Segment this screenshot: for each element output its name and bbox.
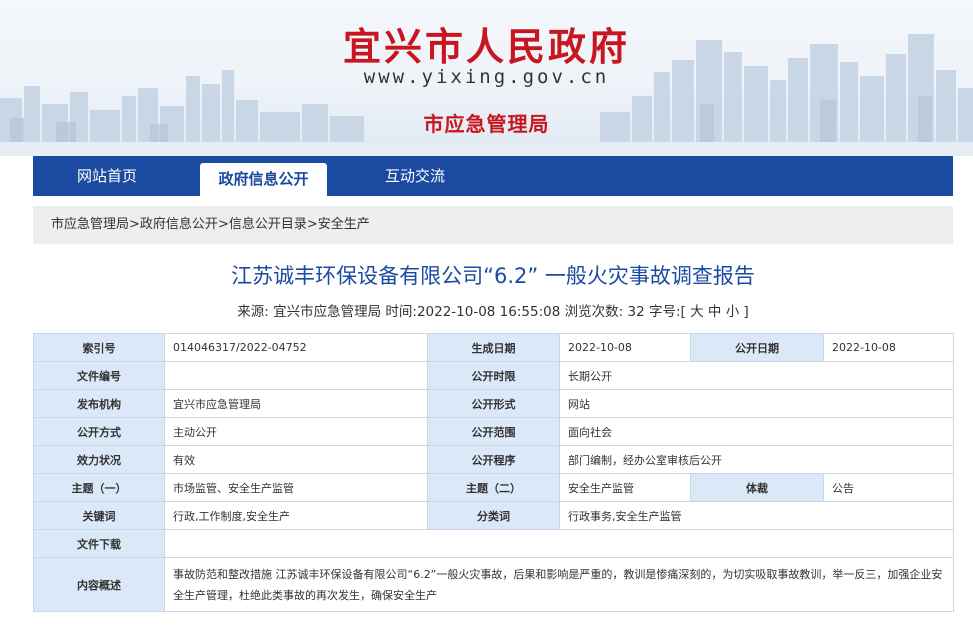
issuer-value: 宜兴市应急管理局 [164,389,428,418]
header-banner: 宜兴市人民政府 www.yixing.gov.cn 市应急管理局 [0,0,973,156]
category-value: 行政事务,安全生产监管 [559,501,954,530]
breadcrumb-separator: > [129,217,140,232]
download-label: 文件下载 [33,529,165,558]
gen-date-label: 生成日期 [427,333,560,362]
pub-scope-value: 面向社会 [559,417,954,446]
topic1-label: 主题（一） [33,473,165,502]
issuer-label: 发布机构 [33,389,165,418]
breadcrumb: 市应急管理局>政府信息公开>信息公开目录>安全生产 [33,206,953,244]
table-row: 关键词 行政,工作制度,安全生产 分类词 行政事务,安全生产监管 [33,501,954,530]
table-row: 内容概述 事故防范和整改措施 江苏诚丰环保设备有限公司“6.2”一般火灾事故，后… [33,557,954,612]
info-table: 索引号 014046317/2022-04752 生成日期 2022-10-08… [33,333,954,612]
font-size-small-button[interactable]: 小 [726,304,740,320]
table-row: 效力状况 有效 公开程序 部门编制，经办公室审核后公开 [33,445,954,474]
pub-form-label: 公开形式 [427,389,560,418]
table-row: 主题（一） 市场监管、安全生产监管 主题（二） 安全生产监管 体裁 公告 [33,473,954,502]
topic1-value: 市场监管、安全生产监管 [164,473,428,502]
pub-way-label: 公开方式 [33,417,165,446]
font-size-bracket-open: [ [680,304,686,320]
index-label: 索引号 [33,333,165,362]
pub-process-value: 部门编制，经办公室审核后公开 [559,445,954,474]
article-title: 江苏诚丰环保设备有限公司“6.2” 一般火灾事故调查报告 [231,264,755,288]
topic2-label: 主题（二） [427,473,560,502]
doc-no-label: 文件编号 [33,361,165,390]
index-value: 014046317/2022-04752 [164,333,428,362]
nav-item-home[interactable]: 网站首页 [77,156,137,196]
time-value: 2022-10-08 16:55:08 [416,304,561,320]
pub-period-value: 长期公开 [559,361,954,390]
gen-date-value: 2022-10-08 [559,333,691,362]
views-label: 浏览次数: [564,304,624,320]
category-label: 分类词 [427,501,560,530]
keywords-value: 行政,工作制度,安全生产 [164,501,428,530]
breadcrumb-item-gov-info[interactable]: 政府信息公开 [140,217,218,232]
table-row: 发布机构 宜兴市应急管理局 公开形式 网站 [33,389,954,418]
article-meta: 来源: 宜兴市应急管理局 时间:2022-10-08 16:55:08 浏览次数… [33,300,953,320]
pub-period-label: 公开时限 [427,361,560,390]
site-title: 宜兴市人民政府 [342,24,630,69]
pub-date-label: 公开日期 [690,333,824,362]
table-row: 公开方式 主动公开 公开范围 面向社会 [33,417,954,446]
table-row: 索引号 014046317/2022-04752 生成日期 2022-10-08… [33,333,954,362]
breadcrumb-item-safety[interactable]: 安全生产 [318,217,370,232]
summary-value: 事故防范和整改措施 江苏诚丰环保设备有限公司“6.2”一般火灾事故，后果和影响是… [164,557,954,612]
table-row: 文件下载 [33,529,954,558]
nav-item-gov-info[interactable]: 政府信息公开 [200,163,327,196]
time-label: 时间: [385,304,417,320]
pub-form-value: 网站 [559,389,954,418]
topic2-value: 安全生产监管 [559,473,691,502]
breadcrumb-separator: > [306,217,318,232]
download-value [164,529,954,558]
font-size-large-button[interactable]: 大 [690,304,704,320]
table-row: 文件编号 公开时限 长期公开 [33,361,954,390]
doc-no-value [164,361,428,390]
font-size-bracket-close: ] [743,304,749,320]
validity-value: 有效 [164,445,428,474]
font-size-label: 字号: [648,304,681,320]
pub-way-value: 主动公开 [164,417,428,446]
breadcrumb-item-emergency-bureau[interactable]: 市应急管理局 [51,217,129,232]
main-nav: 网站首页 政府信息公开 互动交流 [33,156,953,196]
summary-label: 内容概述 [33,557,165,612]
site-url: www.yixing.gov.cn [363,66,610,88]
breadcrumb-item-info-catalog[interactable]: 信息公开目录 [229,217,307,232]
pub-scope-label: 公开范围 [427,417,560,446]
validity-label: 效力状况 [33,445,165,474]
pub-process-label: 公开程序 [427,445,560,474]
department-title: 市应急管理局 [423,112,550,136]
font-size-medium-button[interactable]: 中 [708,304,722,320]
pub-date-value: 2022-10-08 [823,333,954,362]
source-label: 来源: [237,304,269,320]
nav-item-interaction[interactable]: 互动交流 [385,156,445,196]
genre-value: 公告 [823,473,954,502]
keywords-label: 关键词 [33,501,165,530]
breadcrumb-separator: > [217,217,229,232]
genre-label: 体裁 [690,473,824,502]
source-value: 宜兴市应急管理局 [273,304,382,320]
views-count: 32 [627,304,645,320]
